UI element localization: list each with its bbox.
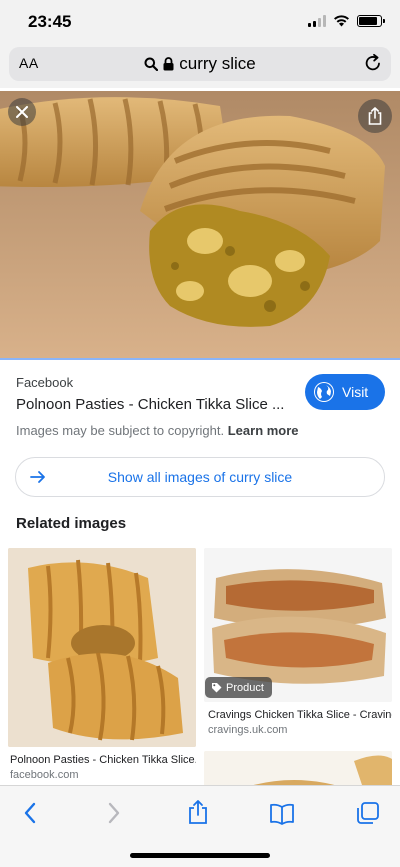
status-time: 23:45: [28, 12, 72, 31]
related-thumbnail-1: [8, 548, 196, 747]
share-icon: [189, 800, 207, 824]
chevron-left-icon: [24, 802, 36, 824]
copyright-text: Images may be subject to copyright.: [16, 423, 225, 438]
product-badge: Product: [205, 677, 272, 698]
share-button[interactable]: [184, 798, 212, 826]
cellular-signal-icon: [308, 15, 326, 27]
chevron-right-icon: [108, 802, 120, 824]
reload-button[interactable]: [363, 53, 383, 78]
forward-button[interactable]: [100, 799, 128, 827]
curry-slice-photo: [0, 91, 400, 358]
close-icon: [16, 106, 28, 118]
globe-icon: [314, 382, 334, 402]
status-bar: 23:45: [0, 0, 400, 44]
home-indicator: [130, 853, 270, 858]
show-all-images-button[interactable]: Show all images of curry slice: [15, 457, 385, 497]
related-caption-2[interactable]: Cravings Chicken Tikka Slice - Cravings: [208, 709, 392, 721]
address-bar[interactable]: AA curry slice: [9, 47, 391, 81]
visit-button[interactable]: Visit: [305, 374, 385, 410]
arrow-right-icon: [30, 471, 45, 483]
main-image[interactable]: [0, 91, 400, 358]
browser-top-bar: AA curry slice: [0, 44, 400, 88]
bookmarks-button[interactable]: [268, 800, 296, 828]
image-share-button[interactable]: [358, 99, 392, 133]
battery-icon: [357, 15, 385, 27]
source-name[interactable]: Facebook: [16, 375, 73, 390]
related-image-1[interactable]: [8, 548, 196, 747]
copyright-note: Images may be subject to copyright. Lear…: [16, 423, 299, 438]
search-icon: [144, 57, 159, 71]
learn-more-link[interactable]: Learn more: [228, 423, 299, 438]
book-icon: [270, 803, 294, 825]
product-badge-label: Product: [226, 681, 264, 694]
related-caption-1[interactable]: Polnoon Pasties - Chicken Tikka Slice...: [10, 754, 196, 766]
close-button[interactable]: [8, 98, 36, 126]
image-divider: [0, 358, 400, 360]
status-icons: [308, 15, 385, 27]
url-text: curry slice: [179, 54, 256, 73]
back-button[interactable]: [16, 799, 44, 827]
related-domain-1: facebook.com: [10, 769, 79, 781]
wifi-icon: [334, 15, 349, 27]
visit-label: Visit: [342, 384, 369, 400]
lock-icon: [163, 57, 174, 71]
reload-icon: [365, 53, 380, 71]
source-title[interactable]: Polnoon Pasties - Chicken Tikka Slice ..…: [16, 396, 286, 413]
related-domain-2: cravings.uk.com: [208, 724, 288, 736]
related-heading: Related images: [16, 515, 127, 532]
share-icon: [368, 107, 382, 125]
url-field[interactable]: curry slice: [9, 54, 391, 74]
tag-icon: [212, 683, 222, 693]
tabs-icon: [357, 802, 379, 824]
show-all-label: Show all images of curry slice: [107, 469, 293, 485]
tabs-button[interactable]: [354, 799, 382, 827]
